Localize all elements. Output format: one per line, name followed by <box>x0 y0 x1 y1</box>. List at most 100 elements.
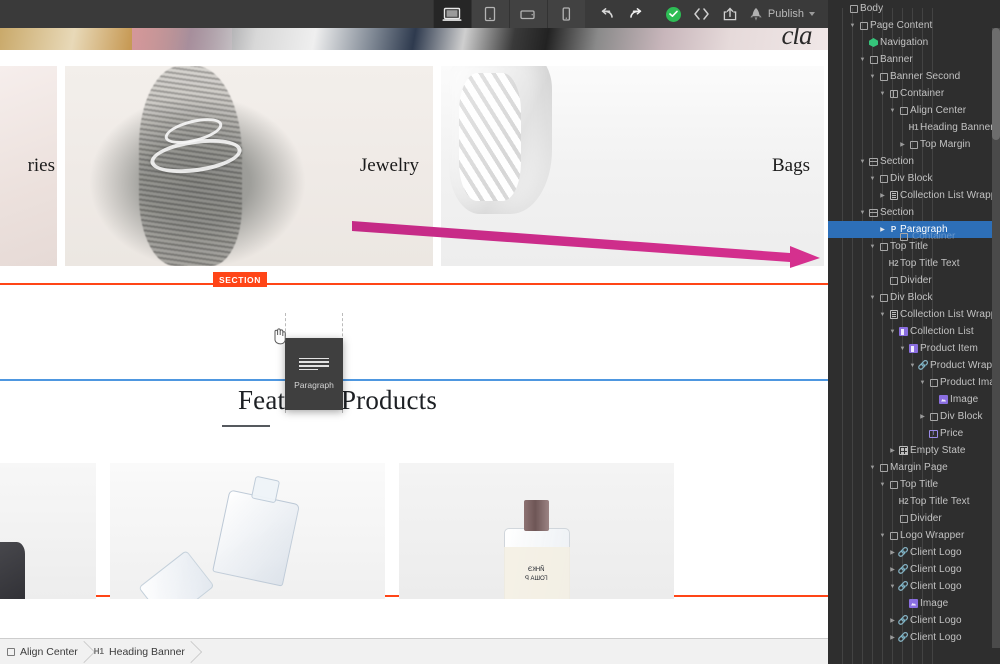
chevron-down-icon[interactable]: ▼ <box>908 363 917 369</box>
chevron-down-icon[interactable]: ▼ <box>878 482 887 488</box>
chevron-down-icon[interactable]: ▼ <box>858 57 867 63</box>
chevron-down-icon[interactable]: ▼ <box>888 108 897 114</box>
navigator-row-client-logo[interactable]: ▶ 🔗 Client Logo <box>828 612 1000 629</box>
navigation-icon <box>869 38 878 47</box>
publish-button[interactable]: Publish <box>745 0 822 28</box>
navigator-row-logo-wrapper[interactable]: ▼ Logo Wrapper <box>828 527 1000 544</box>
selected-section[interactable]: SECTION Featured Products ЙНК <box>0 272 828 599</box>
device-mobile-landscape-button[interactable] <box>508 0 547 28</box>
navigator-row-client-logo[interactable]: ▶ 🔗 Client Logo <box>828 544 1000 561</box>
chevron-right-icon[interactable]: ▶ <box>888 447 897 454</box>
navigator-row-empty-state[interactable]: ▶ Empty State <box>828 442 1000 459</box>
navigator-row-section[interactable]: ▼ Section <box>828 153 1000 170</box>
navigator-row-align-center[interactable]: ▼ Align Center <box>828 102 1000 119</box>
device-desktop-button[interactable] <box>432 0 471 28</box>
undo-icon[interactable] <box>595 0 621 28</box>
navigator-row-image[interactable]: Image <box>828 391 1000 408</box>
navigator-row-top-title-text[interactable]: H2 Top Title Text <box>828 255 1000 272</box>
navigator-row-heading-banner[interactable]: H1 Heading Banner <box>828 119 1000 136</box>
chevron-right-icon[interactable]: ▶ <box>888 566 897 573</box>
navigator-row-collection-list-wrapper[interactable]: ▶ Collection List Wrapper <box>828 187 1000 204</box>
chevron-down-icon[interactable]: ▼ <box>878 312 887 318</box>
banner-image-strip[interactable]: cla <box>0 28 828 50</box>
chevron-right-icon[interactable]: ▶ <box>898 141 907 148</box>
chevron-down-icon[interactable]: ▼ <box>888 584 897 590</box>
navigator-row-price[interactable]: T Price <box>828 425 1000 442</box>
navigator-row-section[interactable]: ▼ Section <box>828 204 1000 221</box>
navigator-row-collection-list[interactable]: ▼ Collection List <box>828 323 1000 340</box>
heading-divider <box>222 425 270 427</box>
navigator-row-div-block[interactable]: ▼ Div Block <box>828 289 1000 306</box>
canvas-scrollbar[interactable] <box>992 28 1000 648</box>
code-view-icon[interactable] <box>689 0 715 28</box>
breadcrumb-item-heading-banner[interactable]: H1 Heading Banner <box>87 639 194 664</box>
chevron-down-icon[interactable]: ▼ <box>918 380 927 386</box>
chevron-down-icon[interactable]: ▼ <box>858 210 867 216</box>
navigator-row-client-logo[interactable]: ▶ 🔗 Client Logo <box>828 561 1000 578</box>
category-card[interactable]: Bags <box>441 66 824 266</box>
chevron-down-icon[interactable]: ▼ <box>868 465 877 471</box>
list-icon <box>889 310 898 319</box>
chevron-down-icon[interactable]: ▼ <box>898 346 907 352</box>
chevron-down-icon[interactable]: ▼ <box>848 23 857 29</box>
chevron-down-icon[interactable]: ▼ <box>888 329 897 335</box>
navigator-row-top-title[interactable]: ▼ Top Title <box>828 476 1000 493</box>
breadcrumb-item-align-center[interactable]: Align Center <box>0 639 87 664</box>
navigator-row-banner-second[interactable]: ▼ Banner Second <box>828 68 1000 85</box>
navigator-row-product-wrapper[interactable]: ▼🔗Product Wrapper✚ <box>828 357 1000 374</box>
navigator-row-banner[interactable]: ▼ Banner <box>828 51 1000 68</box>
chevron-right-icon[interactable]: ▶ <box>918 413 927 420</box>
navigator-row-container[interactable]: ▼ Container <box>828 85 1000 102</box>
navigator-row-product-item[interactable]: ▼ Product Item <box>828 340 1000 357</box>
chevron-down-icon[interactable]: ▼ <box>858 159 867 165</box>
navigator-row-top-margin[interactable]: ▶ Top Margin <box>828 136 1000 153</box>
navigator-row-div-block[interactable]: ▶ Div Block <box>828 408 1000 425</box>
image-icon <box>939 395 948 404</box>
navigator-row-image[interactable]: Image <box>828 595 1000 612</box>
chevron-down-icon[interactable]: ▼ <box>878 91 887 97</box>
chevron-down-icon[interactable]: ▼ <box>868 176 877 182</box>
box-icon <box>879 72 888 81</box>
navigator-row-body[interactable]: Body <box>828 0 1000 17</box>
chevron-down-icon[interactable]: ▼ <box>868 74 877 80</box>
navigator-row-margin-page[interactable]: ▼ Margin Page <box>828 459 1000 476</box>
product-card[interactable] <box>0 463 96 599</box>
design-canvas[interactable]: cla ries Jewelry Bags SECTION Products Й… <box>0 28 828 648</box>
navigator-row-navigation[interactable]: Navigation <box>828 34 1000 51</box>
chevron-down-icon[interactable]: ▼ <box>868 295 877 301</box>
navigator-row-div-block[interactable]: ▼ Div Block <box>828 170 1000 187</box>
navigator-row-label: Client Logo <box>910 547 962 558</box>
navigator-row-top-title-text[interactable]: H2 Top Title Text <box>828 493 1000 510</box>
chevron-right-icon[interactable]: ▶ <box>888 617 897 624</box>
navigator-row-divider[interactable]: Divider <box>828 272 1000 289</box>
navigator-row-divider[interactable]: Divider <box>828 510 1000 527</box>
navigator-row-label: Align Center <box>910 105 967 116</box>
navigator-row-product-image[interactable]: ▼ Product Image <box>828 374 1000 391</box>
device-tablet-button[interactable] <box>470 0 509 28</box>
chevron-right-icon[interactable]: ▶ <box>888 549 897 556</box>
navigator-row-client-logo[interactable]: ▼ 🔗 Client Logo <box>828 578 1000 595</box>
category-card[interactable]: ries <box>0 66 57 266</box>
navigator-panel[interactable]: Body ▼ Page Content Navigation ▼ Banner ▼ Banne… <box>828 0 1000 664</box>
navigator-row-top-title[interactable]: ▼ Top Title <box>828 238 1000 255</box>
product-card[interactable]: ЙНКЭ ГОША Р <box>399 463 674 599</box>
link-icon: 🔗 <box>897 615 910 625</box>
navigator-row-client-logo[interactable]: ▶ 🔗 Client Logo <box>828 629 1000 646</box>
saved-status-icon[interactable] <box>661 0 687 28</box>
navigator-tree[interactable]: Body ▼ Page Content Navigation ▼ Banner ▼ Banne… <box>828 0 1000 646</box>
chevron-right-icon[interactable]: ▶ <box>888 634 897 641</box>
navigator-row-page-content[interactable]: ▼ Page Content <box>828 17 1000 34</box>
redo-icon[interactable] <box>623 0 649 28</box>
chevron-right-icon[interactable]: ▶ <box>878 226 887 233</box>
chevron-right-icon[interactable]: ▶ <box>878 192 887 199</box>
canvas-scrollbar-thumb[interactable] <box>992 28 1000 140</box>
chevron-down-icon[interactable]: ▼ <box>868 244 877 250</box>
chevron-down-icon[interactable]: ▼ <box>878 533 887 539</box>
export-icon[interactable] <box>717 0 743 28</box>
category-card[interactable]: Jewelry <box>65 66 433 266</box>
device-mobile-portrait-button[interactable] <box>546 0 585 28</box>
navigator-row-collection-list-wrapper-3[interactable]: ▼ Collection List Wrapper 3 <box>828 306 1000 323</box>
product-card[interactable] <box>110 463 385 599</box>
box-icon <box>899 106 908 115</box>
navigator-row-paragraph[interactable]: ▶ P Paragraph <box>828 221 1000 238</box>
